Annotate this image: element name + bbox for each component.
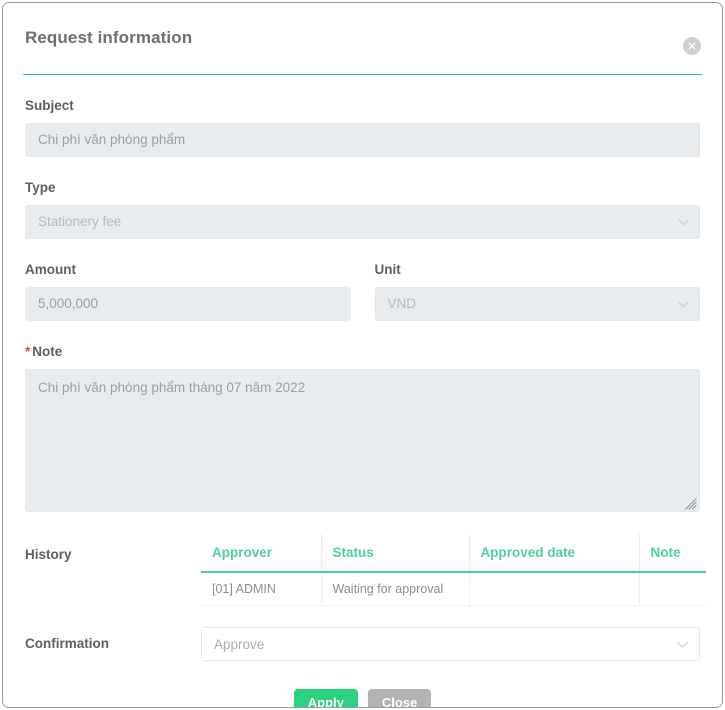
amount-unit-row: Amount 5,000,000 Unit VND	[25, 239, 700, 321]
dialog-title: Request information	[25, 28, 193, 47]
cell-approver: [01] ADMIN	[201, 572, 322, 606]
request-information-dialog: Request information Subject Chi phí văn …	[2, 2, 723, 708]
close-icon[interactable]	[683, 37, 701, 55]
amount-input[interactable]: 5,000,000	[25, 287, 351, 321]
note-textarea-value: Chi phí văn phòng phẩm tháng 07 năm 2022	[38, 380, 306, 395]
unit-select[interactable]: VND	[374, 287, 700, 321]
column-header-approved-date: Approved date	[469, 534, 640, 573]
header-divider	[23, 74, 702, 75]
history-label: History	[25, 547, 72, 562]
unit-label: Unit	[374, 262, 401, 277]
confirmation-label: Confirmation	[25, 636, 109, 651]
column-header-status: Status	[321, 534, 470, 573]
apply-button[interactable]: Apply	[293, 689, 358, 707]
required-marker: *	[25, 344, 31, 359]
note-label-text: Note	[32, 344, 63, 359]
dialog-footer: Apply Close	[25, 689, 700, 707]
close-button[interactable]: Close	[367, 689, 432, 707]
type-select[interactable]: Stationery fee	[25, 205, 700, 239]
column-header-note: Note	[639, 534, 706, 573]
history-section: History Approver Status Approved date No…	[25, 534, 706, 606]
type-label: Type	[25, 180, 56, 195]
history-table: Approver Status Approved date Note [01] …	[201, 534, 706, 606]
note-label: * Note	[25, 344, 700, 360]
dialog-header: Request information	[3, 3, 722, 75]
subject-input[interactable]: Chi phí văn phòng phẩm	[25, 123, 700, 157]
table-row: [01] ADMIN Waiting for approval	[201, 572, 706, 606]
table-header-row: Approver Status Approved date Note	[201, 534, 706, 573]
resize-grip-icon[interactable]	[685, 497, 697, 510]
cell-approved-date	[469, 572, 640, 606]
confirmation-select[interactable]: Approve	[201, 627, 700, 661]
confirmation-select-value: Approve	[214, 636, 265, 652]
amount-group: Amount 5,000,000	[25, 239, 351, 321]
amount-label: Amount	[25, 262, 76, 277]
note-textarea[interactable]: Chi phí văn phòng phẩm tháng 07 năm 2022	[25, 369, 700, 512]
type-select-value: Stationery fee	[25, 205, 700, 239]
cell-note	[639, 572, 706, 606]
unit-group: Unit VND	[374, 239, 700, 321]
column-header-approver: Approver	[201, 534, 322, 573]
dialog-body: Subject Chi phí văn phòng phẩm Type Stat…	[3, 98, 722, 707]
unit-select-value: VND	[374, 287, 700, 321]
cell-status: Waiting for approval	[321, 572, 470, 606]
confirmation-section: Confirmation Approve	[25, 627, 700, 661]
chevron-down-icon	[677, 637, 688, 652]
subject-label: Subject	[25, 98, 74, 113]
